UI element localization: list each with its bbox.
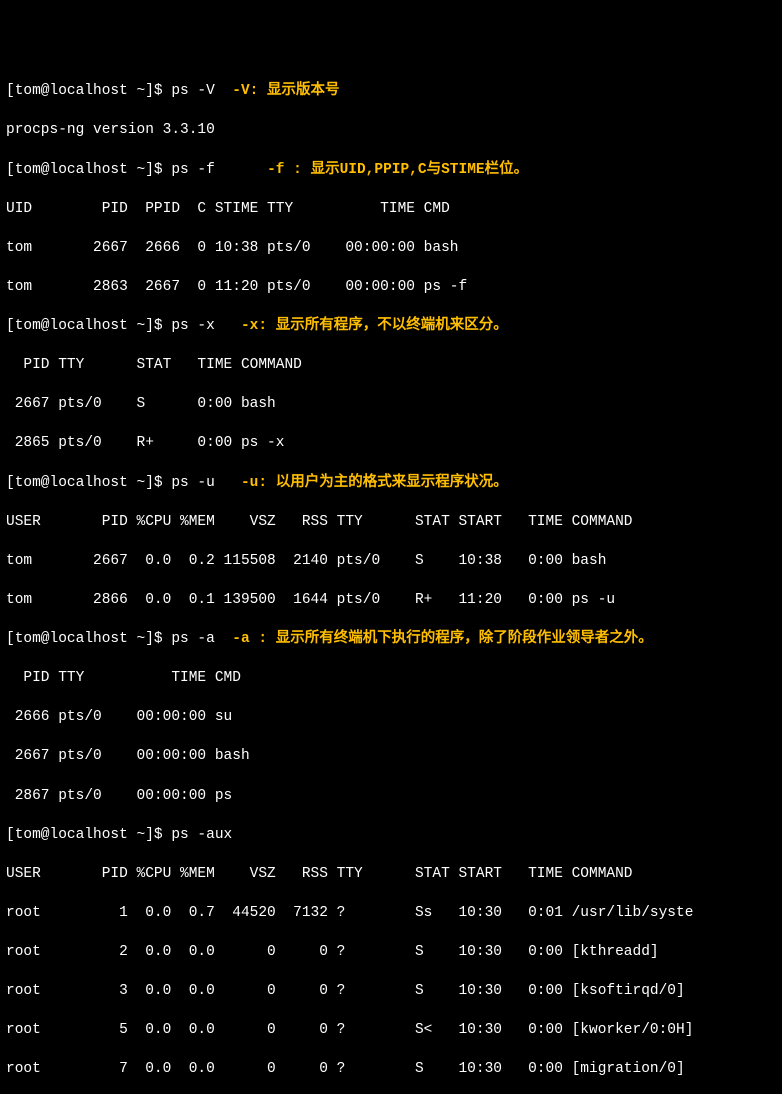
prompt: [tom@localhost ~]$ bbox=[6, 162, 171, 178]
command-text: ps -aux bbox=[171, 827, 232, 843]
output-version: procps-ng version 3.3.10 bbox=[6, 121, 776, 141]
ps-f-header: UID PID PPID C STIME TTY TIME CMD bbox=[6, 200, 776, 220]
ps-aux-row: root 5 0.0 0.0 0 0 ? S< 10:30 0:00 [kwor… bbox=[6, 1021, 776, 1041]
ps-f-row: tom 2667 2666 0 10:38 pts/0 00:00:00 bas… bbox=[6, 239, 776, 259]
ps-x-row: 2865 pts/0 R+ 0:00 ps -x bbox=[6, 434, 776, 454]
ps-aux-row: root 1 0.0 0.7 44520 7132 ? Ss 10:30 0:0… bbox=[6, 904, 776, 924]
ps-aux-row: root 2 0.0 0.0 0 0 ? S 10:30 0:00 [kthre… bbox=[6, 943, 776, 963]
annotation-4: -u: 以用户为主的格式来显示程序状况。 bbox=[241, 475, 508, 491]
ps-a-row: 2867 pts/0 00:00:00 ps bbox=[6, 787, 776, 807]
annotation-1: -V: 显示版本号 bbox=[232, 83, 339, 99]
ps-aux-header: USER PID %CPU %MEM VSZ RSS TTY STAT STAR… bbox=[6, 865, 776, 885]
command-text: ps -u bbox=[171, 475, 215, 491]
cmd-line-4: [tom@localhost ~]$ ps -u -u: 以用户为主的格式来显示… bbox=[6, 474, 776, 494]
prompt: [tom@localhost ~]$ bbox=[6, 827, 171, 843]
cmd-line-6[interactable]: [tom@localhost ~]$ ps -aux bbox=[6, 826, 776, 846]
annotation-2: -f : 显示UID,PPIP,C与STIME栏位。 bbox=[267, 162, 528, 178]
ps-x-row: 2667 pts/0 S 0:00 bash bbox=[6, 395, 776, 415]
command-text: ps -a bbox=[171, 631, 215, 647]
cmd-line-1: [tom@localhost ~]$ ps -V -V: 显示版本号 bbox=[6, 82, 776, 102]
ps-a-row: 2666 pts/0 00:00:00 su bbox=[6, 708, 776, 728]
prompt: [tom@localhost ~]$ bbox=[6, 318, 171, 334]
prompt: [tom@localhost ~]$ bbox=[6, 83, 171, 99]
command-text: ps -f bbox=[171, 162, 215, 178]
prompt: [tom@localhost ~]$ bbox=[6, 475, 171, 491]
ps-f-row: tom 2863 2667 0 11:20 pts/0 00:00:00 ps … bbox=[6, 278, 776, 298]
command-text: ps -V bbox=[171, 83, 215, 99]
ps-aux-row: root 3 0.0 0.0 0 0 ? S 10:30 0:00 [ksoft… bbox=[6, 982, 776, 1002]
annotation-5: -a : 显示所有终端机下执行的程序，除了阶段作业领导者之外。 bbox=[232, 631, 653, 647]
ps-a-header: PID TTY TIME CMD bbox=[6, 669, 776, 689]
ps-u-row: tom 2667 0.0 0.2 115508 2140 pts/0 S 10:… bbox=[6, 552, 776, 572]
ps-a-row: 2667 pts/0 00:00:00 bash bbox=[6, 747, 776, 767]
ps-u-row: tom 2866 0.0 0.1 139500 1644 pts/0 R+ 11… bbox=[6, 591, 776, 611]
ps-x-header: PID TTY STAT TIME COMMAND bbox=[6, 356, 776, 376]
ps-aux-row: root 7 0.0 0.0 0 0 ? S 10:30 0:00 [migra… bbox=[6, 1060, 776, 1080]
prompt: [tom@localhost ~]$ bbox=[6, 631, 171, 647]
cmd-line-3: [tom@localhost ~]$ ps -x -x: 显示所有程序，不以终端… bbox=[6, 317, 776, 337]
cmd-line-2: [tom@localhost ~]$ ps -f -f : 显示UID,PPIP… bbox=[6, 161, 776, 181]
ps-u-header: USER PID %CPU %MEM VSZ RSS TTY STAT STAR… bbox=[6, 513, 776, 533]
annotation-3: -x: 显示所有程序，不以终端机来区分。 bbox=[241, 318, 508, 334]
command-text: ps -x bbox=[171, 318, 215, 334]
cmd-line-5: [tom@localhost ~]$ ps -a -a : 显示所有终端机下执行… bbox=[6, 630, 776, 650]
